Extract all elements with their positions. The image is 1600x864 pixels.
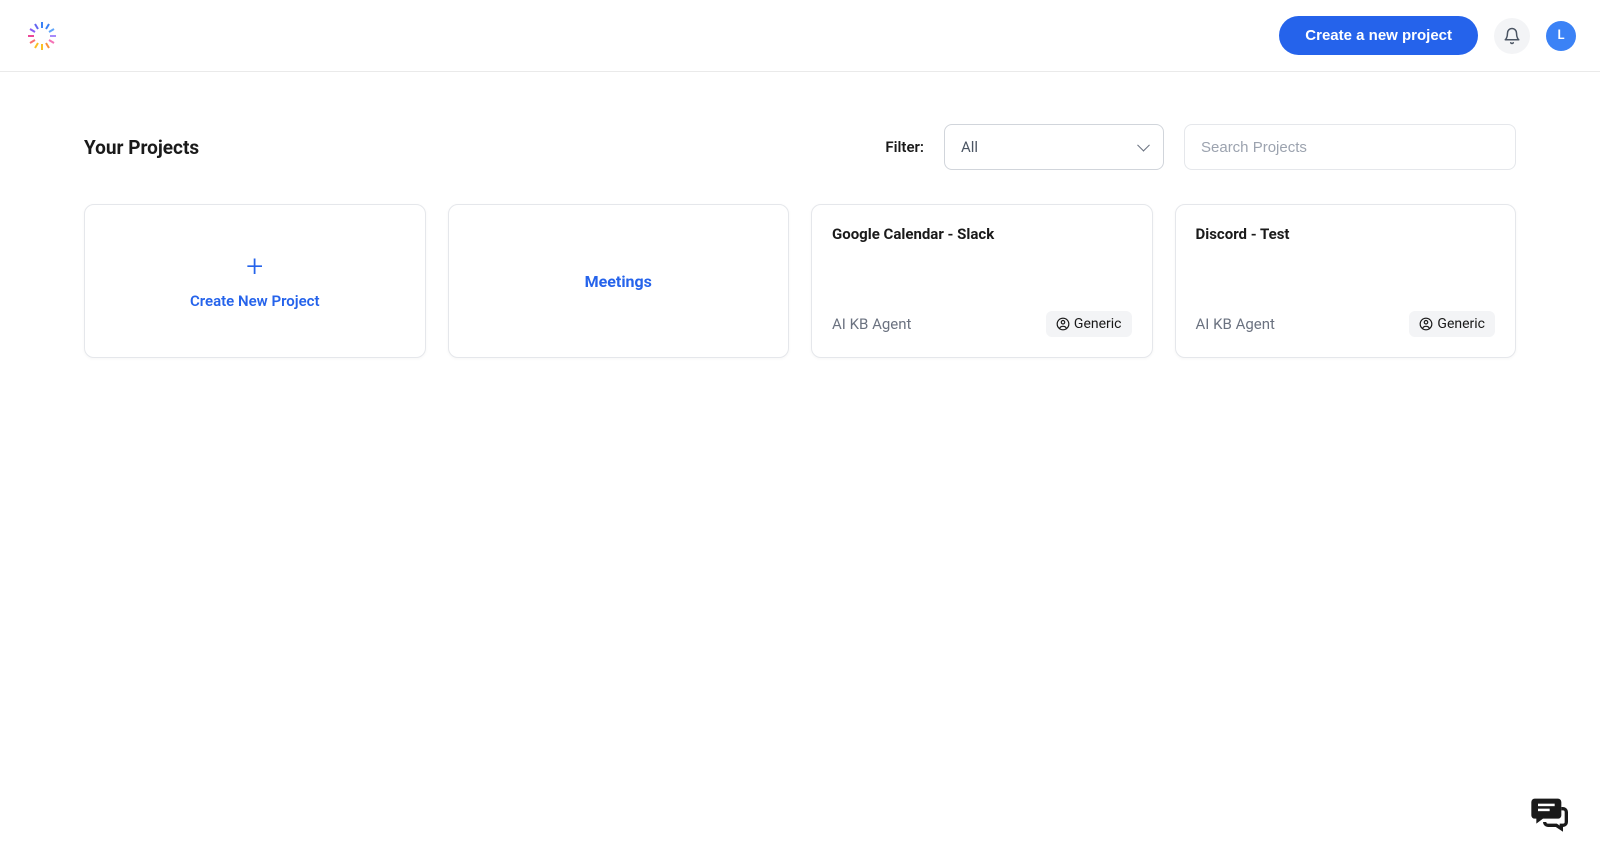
create-new-label: Create New Project: [190, 292, 320, 310]
main-content: Your Projects Filter: All + Create New P…: [0, 72, 1600, 410]
create-project-button[interactable]: Create a new project: [1279, 16, 1478, 55]
project-card-footer: AI KB Agent Generic: [832, 311, 1132, 337]
project-card-meetings[interactable]: Meetings: [448, 204, 790, 358]
badge-label: Generic: [1074, 316, 1122, 332]
notifications-button[interactable]: [1494, 18, 1530, 54]
filter-select-wrapper: All: [944, 124, 1164, 170]
bell-icon: [1503, 27, 1521, 45]
logo-icon: [24, 18, 60, 54]
project-badge: Generic: [1409, 311, 1495, 337]
filter-label: Filter:: [885, 138, 924, 156]
toolbar: Your Projects Filter: All: [84, 124, 1516, 170]
project-title: Meetings: [585, 272, 652, 291]
user-circle-icon: [1056, 317, 1070, 331]
user-circle-icon: [1419, 317, 1433, 331]
header-right: Create a new project L: [1279, 16, 1576, 55]
badge-label: Generic: [1437, 316, 1485, 332]
user-avatar[interactable]: L: [1546, 21, 1576, 51]
header: Create a new project L: [0, 0, 1600, 72]
filter-select[interactable]: All: [944, 124, 1164, 170]
projects-grid: + Create New Project Meetings Google Cal…: [84, 204, 1516, 358]
project-agent: AI KB Agent: [1196, 315, 1275, 333]
project-card-discord-test[interactable]: Discord - Test AI KB Agent Generic: [1175, 204, 1517, 358]
project-agent: AI KB Agent: [832, 315, 911, 333]
chat-icon: [1528, 792, 1568, 832]
search-input[interactable]: [1184, 124, 1516, 170]
project-card-google-calendar-slack[interactable]: Google Calendar - Slack AI KB Agent Gene…: [811, 204, 1153, 358]
project-title: Discord - Test: [1196, 225, 1496, 243]
project-title: Google Calendar - Slack: [832, 225, 1132, 243]
project-badge: Generic: [1046, 311, 1132, 337]
page-title: Your Projects: [84, 136, 199, 159]
chat-widget-button[interactable]: [1522, 786, 1574, 838]
plus-icon: +: [246, 252, 263, 282]
app-logo[interactable]: [24, 18, 60, 54]
toolbar-right: Filter: All: [885, 124, 1516, 170]
project-card-footer: AI KB Agent Generic: [1196, 311, 1496, 337]
create-new-project-card[interactable]: + Create New Project: [84, 204, 426, 358]
